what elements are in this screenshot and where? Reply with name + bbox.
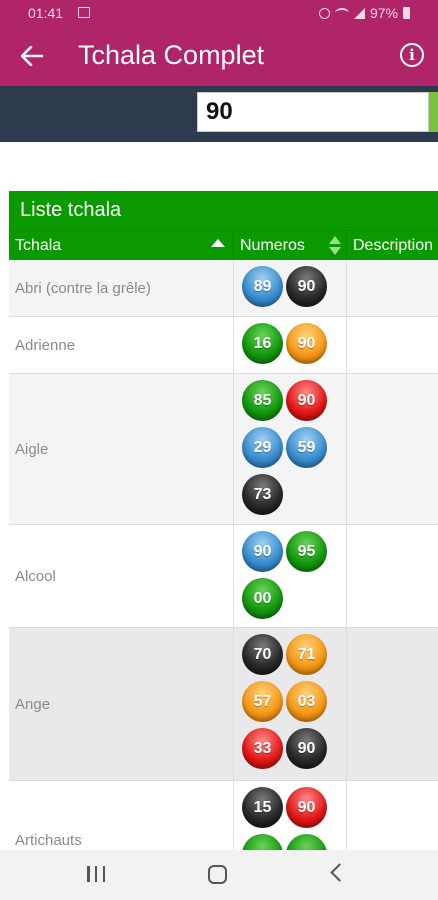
table-row[interactable]: Aigle 85 90 29 59 73 bbox=[9, 374, 438, 525]
column-header-numeros-label: Numeros bbox=[240, 237, 305, 254]
battery-percent: 97% bbox=[369, 5, 398, 21]
number-ball: 29 bbox=[242, 427, 283, 468]
column-header-tchala[interactable]: Tchala bbox=[9, 231, 233, 261]
numeros-cell: 85 90 29 59 73 bbox=[233, 374, 346, 524]
signal-icon bbox=[353, 7, 365, 19]
description-cell bbox=[346, 628, 438, 780]
column-header-tchala-label: Tchala bbox=[15, 237, 62, 254]
number-ball: 85 bbox=[242, 380, 283, 421]
info-icon[interactable]: i bbox=[400, 43, 424, 67]
number-ball: 16 bbox=[242, 323, 283, 364]
table-row[interactable]: Abri (contre la grêle) 89 90 bbox=[9, 260, 438, 317]
tchala-table: Liste tchala Tchala Numeros Description … bbox=[9, 191, 438, 900]
status-bar: 01:41 97% bbox=[0, 0, 438, 26]
number-ball: 70 bbox=[242, 634, 283, 675]
column-header-description-label: Description bbox=[353, 237, 434, 254]
description-cell bbox=[346, 374, 438, 524]
status-time: 01:41 bbox=[28, 5, 64, 21]
number-ball: 71 bbox=[286, 634, 327, 675]
number-ball: 00 bbox=[242, 578, 283, 619]
number-ball: 57 bbox=[242, 681, 283, 722]
number-ball: 03 bbox=[286, 681, 327, 722]
page-title: Tchala Complet bbox=[78, 40, 265, 70]
sort-ascending-icon bbox=[211, 239, 225, 247]
number-ball: 15 bbox=[242, 787, 283, 828]
number-ball: 59 bbox=[286, 427, 327, 468]
wifi-icon bbox=[334, 8, 349, 18]
numeros-cell: 70 71 57 03 33 90 bbox=[233, 628, 346, 780]
number-ball: 90 bbox=[286, 787, 327, 828]
table-row[interactable]: Adrienne 16 90 bbox=[9, 317, 438, 374]
numeros-cell: 90 95 00 bbox=[233, 525, 346, 627]
description-cell bbox=[346, 260, 438, 316]
tchala-name: Alcool bbox=[15, 567, 56, 585]
status-indicators: 97% bbox=[318, 5, 410, 21]
number-ball: 90 bbox=[286, 323, 327, 364]
table-body: Abri (contre la grêle) 89 90 Adrienne 16 90 Ai… bbox=[9, 260, 438, 900]
column-header-numeros[interactable]: Numeros bbox=[233, 231, 346, 261]
table-caption: Liste tchala bbox=[9, 191, 438, 230]
number-ball: 90 bbox=[242, 531, 283, 572]
alarm-icon bbox=[318, 7, 330, 19]
search-strip bbox=[0, 86, 438, 142]
tchala-name: Abri (contre la grêle) bbox=[15, 279, 151, 297]
battery-icon bbox=[403, 7, 410, 19]
table-row[interactable]: Alcool 90 95 00 bbox=[9, 525, 438, 628]
number-ball: 89 bbox=[242, 266, 283, 307]
table-row[interactable]: Ange 70 71 57 03 33 90 bbox=[9, 628, 438, 781]
home-icon[interactable] bbox=[208, 865, 227, 884]
search-button-edge[interactable] bbox=[429, 92, 438, 132]
description-cell bbox=[346, 525, 438, 627]
number-ball: 73 bbox=[242, 474, 283, 515]
column-header-description[interactable]: Description bbox=[346, 231, 438, 261]
image-notification-icon bbox=[78, 7, 90, 18]
back-arrow-icon[interactable] bbox=[16, 40, 48, 72]
tchala-name: Aigle bbox=[15, 440, 49, 458]
tchala-name: Ange bbox=[15, 695, 51, 713]
tchala-name: Adrienne bbox=[15, 336, 76, 354]
recent-apps-icon[interactable] bbox=[87, 866, 105, 882]
number-ball: 95 bbox=[286, 531, 327, 572]
number-ball: 90 bbox=[286, 266, 327, 307]
description-cell bbox=[346, 317, 438, 373]
numeros-cell: 16 90 bbox=[233, 317, 346, 373]
system-nav-bar bbox=[0, 850, 438, 900]
search-input[interactable] bbox=[197, 92, 429, 132]
numeros-cell: 89 90 bbox=[233, 260, 346, 316]
number-ball: 90 bbox=[286, 380, 327, 421]
number-ball: 33 bbox=[242, 728, 283, 769]
back-icon[interactable] bbox=[330, 863, 349, 882]
sort-icon bbox=[329, 236, 341, 256]
app-bar: Tchala Complet i bbox=[0, 26, 438, 86]
table-header: Tchala Numeros Description bbox=[9, 230, 438, 261]
number-ball: 90 bbox=[286, 728, 327, 769]
